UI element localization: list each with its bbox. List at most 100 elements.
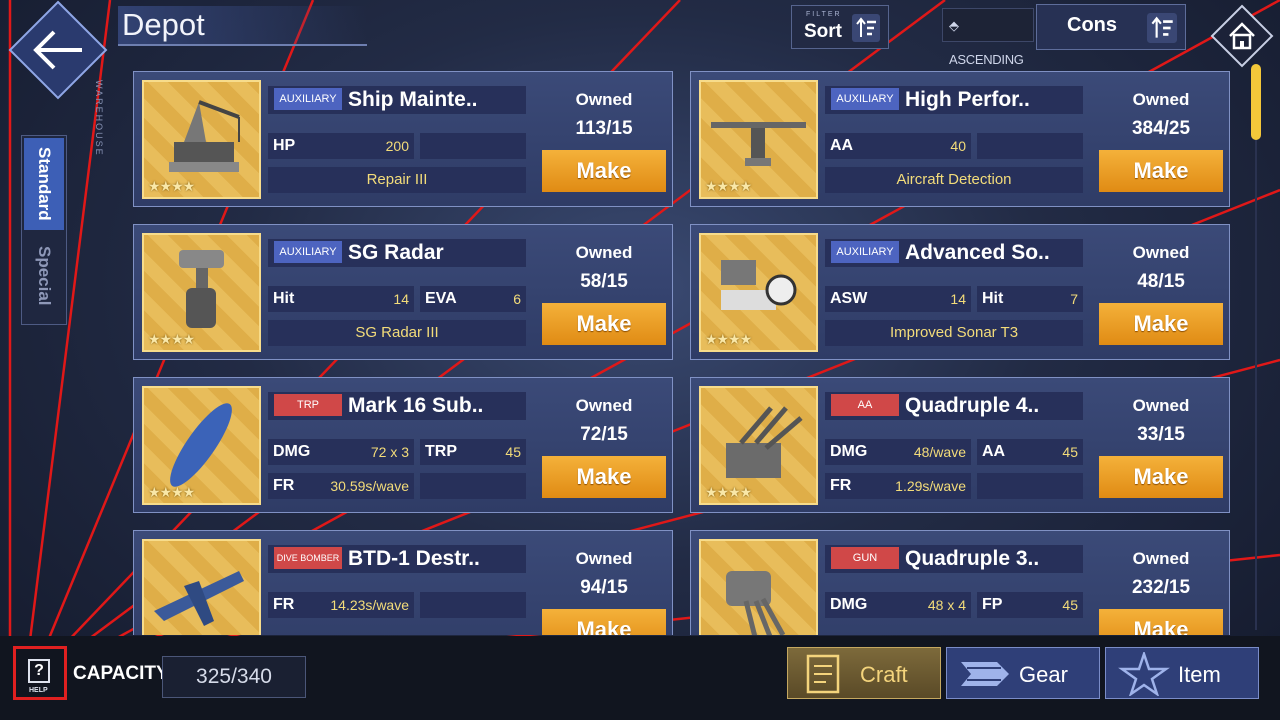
gear-button[interactable]: Gear <box>946 647 1100 699</box>
equipment-name: Quadruple 3.. <box>905 547 1040 570</box>
make-button[interactable]: Make <box>542 456 666 498</box>
owned-count: 94/15 <box>580 577 628 598</box>
stat-key: FR <box>273 596 295 613</box>
stat-value: 14 <box>950 291 966 307</box>
equipment-card[interactable]: ★★★★ AUXILIARY SG Radar Hit 14 EVA 6 SG Ra… <box>133 224 673 360</box>
stat-1: ASW 14 <box>825 286 971 312</box>
sort-label: Sort <box>804 21 842 42</box>
stat-4 <box>420 473 526 499</box>
capacity-label: CAPACITY <box>73 663 169 684</box>
scrollbar-thumb[interactable] <box>1251 64 1261 140</box>
dive-bomber-icon <box>154 571 244 626</box>
stat-key: Hit <box>982 290 1004 307</box>
equipment-name: BTD-1 Destr.. <box>348 547 480 570</box>
equipment-image: ★★★★ <box>142 80 261 199</box>
stat-1: DMG 48 x 4 <box>825 592 971 618</box>
equipment-card[interactable]: ★★★★ TRP Mark 16 Sub.. DMG 72 x 3 TRP 45 F… <box>133 377 673 513</box>
craft-label: Craft <box>860 662 908 687</box>
make-button[interactable]: Make <box>542 150 666 192</box>
stat-key: FR <box>830 477 852 494</box>
equipment-image: ★★★★ <box>699 386 818 505</box>
stat-value: 45 <box>1062 444 1078 460</box>
type-badge: AA <box>831 394 899 416</box>
owned-count: 113/15 <box>575 118 633 139</box>
equipment-list: ★★★★ AUXILIARY Ship Mainte.. HP 200 Repai… <box>133 71 1238 635</box>
stat-value: 14 <box>393 291 409 307</box>
make-button[interactable]: Make <box>1099 609 1223 635</box>
owned-count: 232/15 <box>1131 577 1191 598</box>
make-button[interactable]: Make <box>1099 303 1223 345</box>
stat-value: 6 <box>513 291 521 307</box>
tab-special[interactable]: Special <box>24 232 64 320</box>
sort-icon <box>852 14 880 42</box>
equipment-image: ★★★★ <box>699 539 818 635</box>
item-button[interactable]: Item <box>1105 647 1259 699</box>
help-icon: ? <box>28 659 50 683</box>
make-button[interactable]: Make <box>1099 150 1223 192</box>
make-button[interactable]: Make <box>542 303 666 345</box>
home-button[interactable] <box>1210 4 1274 68</box>
stat-1: Hit 14 <box>268 286 414 312</box>
ascending-toggle[interactable]: ⬘ ASCENDING <box>942 8 1034 67</box>
owned-label: Owned <box>1132 549 1190 568</box>
stat-2: AA 45 <box>977 439 1083 465</box>
stat-value: 45 <box>505 444 521 460</box>
equipment-name: Advanced So.. <box>905 241 1050 264</box>
stat-2: TRP 45 <box>420 439 526 465</box>
equipment-image: ★★★★ <box>699 233 818 352</box>
stat-1: HP 200 <box>268 133 414 159</box>
star-item-icon <box>1118 652 1170 696</box>
stat-2 <box>420 133 526 159</box>
equipment-image: ★★★★ <box>142 233 261 352</box>
make-button[interactable]: Make <box>542 609 666 635</box>
equipment-card[interactable]: ★★★★ AUXILIARY Advanced So.. ASW 14 Hit 7 … <box>690 224 1230 360</box>
type-badge: AUXILIARY <box>831 241 899 263</box>
stat-1: AA 40 <box>825 133 971 159</box>
help-button[interactable]: ? HELP <box>13 646 67 700</box>
owned-count: 33/15 <box>1137 424 1185 445</box>
stat-2 <box>420 592 526 618</box>
owned-count: 384/25 <box>1131 118 1191 139</box>
stat-value: 45 <box>1062 597 1078 613</box>
stat-value: 30.59s/wave <box>330 478 409 494</box>
cons-sort-button[interactable]: Cons <box>1036 4 1186 50</box>
stat-key: EVA <box>425 290 457 307</box>
stat-key: DMG <box>830 596 868 613</box>
make-button[interactable]: Make <box>1099 456 1223 498</box>
page-title: Depot <box>118 6 367 46</box>
stat-key: TRP <box>425 443 457 460</box>
type-badge: DIVE BOMBER <box>274 547 342 569</box>
type-badge: GUN <box>831 547 899 569</box>
stat-key: DMG <box>830 443 868 460</box>
stat-key: HP <box>273 137 296 154</box>
stat-value: 7 <box>1070 291 1078 307</box>
equipment-card[interactable]: ★★★★ GUN Quadruple 3.. DMG 48 x 4 FP 45 Ow… <box>690 530 1230 635</box>
cons-label: Cons <box>1067 14 1117 36</box>
stat-value: 40 <box>950 138 966 154</box>
equipment-card[interactable]: ★★★★ AUXILIARY High Perfor.. AA 40 Aircra… <box>690 71 1230 207</box>
sort-button[interactable]: FILTER Sort <box>791 5 889 49</box>
equipment-name: Ship Mainte.. <box>348 88 478 111</box>
owned-label: Owned <box>1132 396 1190 415</box>
naval-gun-icon <box>726 571 786 635</box>
equipment-card[interactable]: ★★★★ DIVE BOMBER BTD-1 Destr.. FR 14.23s/… <box>133 530 673 635</box>
equipment-name: Mark 16 Sub.. <box>348 394 484 417</box>
category-tabs: Standard Special <box>21 135 67 325</box>
stat-key: DMG <box>273 443 311 460</box>
effect-label: Aircraft Detection <box>825 167 1083 193</box>
stat-4 <box>977 473 1083 499</box>
stat-value: 48/wave <box>913 444 966 460</box>
craft-button[interactable]: Craft <box>787 647 941 699</box>
stat-key: AA <box>982 443 1006 460</box>
filter-caption: FILTER <box>806 11 842 18</box>
stat-value: 1.29s/wave <box>895 478 966 494</box>
rarity-stars: ★★★★ <box>148 178 195 194</box>
stat-value: 200 <box>385 138 409 154</box>
effect-label: SG Radar III <box>268 320 526 346</box>
equipment-card[interactable]: ★★★★ AUXILIARY Ship Mainte.. HP 200 Repai… <box>133 71 673 207</box>
stat-3: FR 30.59s/wave <box>268 473 414 499</box>
equipment-image: ★★★★ <box>142 539 261 635</box>
tab-standard[interactable]: Standard <box>24 138 64 230</box>
equipment-card[interactable]: ★★★★ AA Quadruple 4.. DMG 48/wave AA 45 FR… <box>690 377 1230 513</box>
ascending-label: ASCENDING <box>949 52 1024 67</box>
